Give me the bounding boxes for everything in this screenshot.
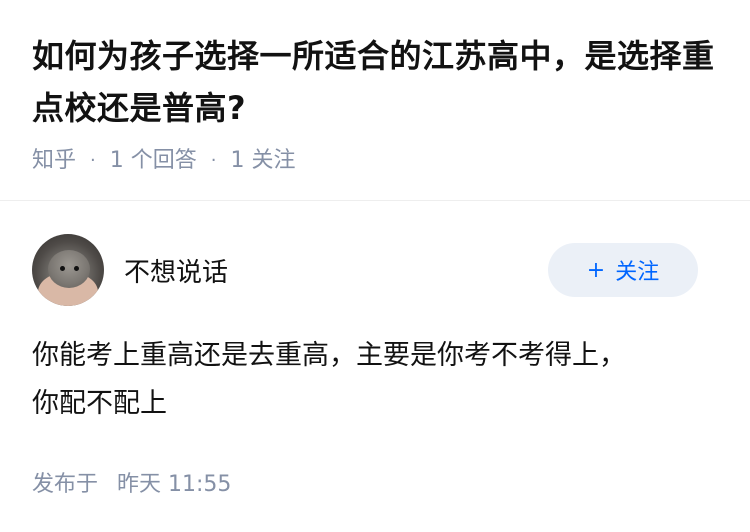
avatar[interactable]: [32, 234, 104, 306]
answer-text-line: 你配不配上: [32, 388, 167, 419]
follow-button[interactable]: + 关注: [548, 243, 698, 297]
avatar-eye: [74, 266, 79, 271]
meta-separator: ·: [210, 150, 217, 171]
question-header: 如何为孩子选择一所适合的江苏高中，是选择重点校还是普高? 知乎 · 1 个回答 …: [32, 30, 722, 176]
plus-icon: +: [586, 257, 606, 283]
follow-label: 关注: [615, 260, 660, 285]
publish-time: 昨天 11:55: [117, 472, 232, 497]
answer-content[interactable]: 你能考上重高还是去重高，主要是你考不考得上， 你配不配上: [32, 332, 712, 428]
follower-count[interactable]: 1 关注: [230, 146, 295, 176]
source-label[interactable]: 知乎: [32, 146, 76, 176]
question-title[interactable]: 如何为孩子选择一所适合的江苏高中，是选择重点校还是普高?: [32, 30, 722, 134]
question-meta: 知乎 · 1 个回答 · 1 关注: [32, 146, 722, 176]
meta-separator: ·: [90, 150, 96, 171]
answer-text-line: 你能考上重高还是去重高，主要是你考不考得上，: [32, 340, 626, 371]
publish-info: 发布于 昨天 11:55: [32, 466, 231, 498]
author-row: 不想说话 + 关注: [32, 234, 698, 306]
section-divider: [0, 200, 750, 201]
avatar-eye: [60, 266, 65, 271]
publish-prefix: 发布于: [32, 472, 99, 497]
avatar-hamster-shape: [48, 250, 90, 288]
answer-count[interactable]: 1 个回答: [110, 146, 197, 176]
author-name[interactable]: 不想说话: [124, 252, 548, 289]
